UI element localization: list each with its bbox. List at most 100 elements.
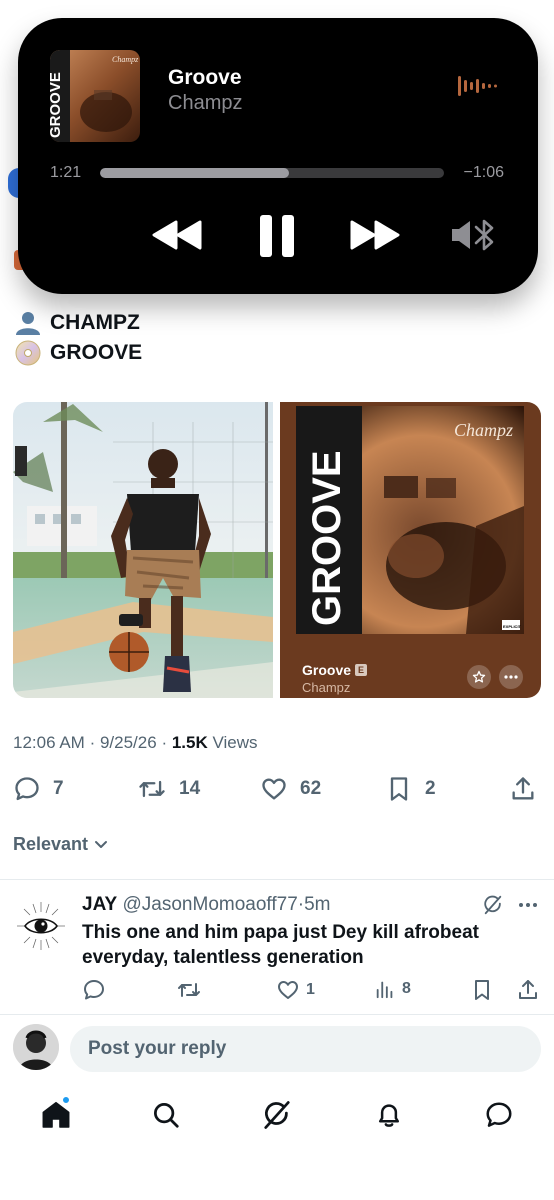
cd-disc-icon xyxy=(15,340,41,366)
bookmark-icon xyxy=(475,980,489,1000)
reply-compose-input[interactable] xyxy=(70,1026,541,1072)
reply-author-name[interactable]: JAY xyxy=(82,894,117,915)
reply-author-handle[interactable]: @JasonMomoaoff77 xyxy=(123,894,298,915)
reply-reply-button[interactable] xyxy=(82,978,106,1002)
reply-like-count: 1 xyxy=(306,981,315,998)
divider xyxy=(0,1014,554,1015)
bell-icon xyxy=(379,1104,399,1127)
track-title: Groove xyxy=(168,66,242,89)
pause-button[interactable] xyxy=(258,213,298,264)
explicit-badge: E xyxy=(355,664,368,676)
heart-icon xyxy=(278,981,298,999)
separator: · xyxy=(89,733,96,752)
reply-share-button[interactable] xyxy=(516,978,540,1002)
post-action-bar: 7 14 62 2 xyxy=(13,775,537,805)
remaining-time: −1:06 xyxy=(463,164,504,181)
reply-top-actions xyxy=(482,894,538,916)
elapsed-time: 1:21 xyxy=(50,164,82,181)
view-count: 1.5K xyxy=(171,733,208,752)
repost-icon xyxy=(139,780,165,798)
repost-count: 14 xyxy=(179,778,201,799)
reply-header: JAY @JasonMomoaoff77·5m xyxy=(82,894,331,916)
track-name-text: GROOVE xyxy=(50,341,143,364)
notification-dot xyxy=(61,1095,71,1105)
tab-notifications[interactable] xyxy=(372,1098,406,1132)
reply-item[interactable]: JAY @JasonMomoaoff77·5m This one and him… xyxy=(0,880,554,1015)
bookmark-button[interactable]: 2 xyxy=(385,775,436,803)
cover-signature: Champz xyxy=(454,420,513,440)
album-artwork[interactable]: GROOVE Champz xyxy=(50,50,140,142)
search-icon xyxy=(154,1103,179,1128)
reply-repost-button[interactable] xyxy=(176,978,202,1002)
sort-label: Relevant xyxy=(13,834,89,854)
person-silhouette-icon xyxy=(16,312,40,335)
music-card-cover: GROOVE Champz EXPLICIT xyxy=(296,406,524,634)
cover-stamp: GROOVE xyxy=(305,450,349,626)
views-label: Views xyxy=(212,733,258,752)
artwork-stamp: GROOVE xyxy=(50,72,64,138)
grok-icon[interactable] xyxy=(482,894,504,916)
bottom-tab-bar xyxy=(0,1092,554,1142)
music-link-card[interactable]: GROOVE Champz EXPLICIT Groove E Champz xyxy=(280,402,541,698)
reply-action-bar: 1 8 xyxy=(82,978,542,1002)
reply-avatar[interactable] xyxy=(13,898,69,954)
scrubber-progress xyxy=(100,168,290,178)
now-playing-widget[interactable]: GROOVE Champz Groove Champz 1:21 −1:06 xyxy=(18,18,538,294)
reply-count: 7 xyxy=(53,778,64,799)
repost-button[interactable]: 14 xyxy=(137,775,200,803)
reply-sort-dropdown[interactable]: Relevant xyxy=(13,834,108,855)
star-icon xyxy=(472,670,486,683)
fast-forward-button[interactable] xyxy=(348,220,400,255)
card-more-button[interactable] xyxy=(499,665,523,689)
reply-text: This one and him papa just Dey kill afro… xyxy=(82,922,479,968)
fast-forward-icon xyxy=(350,220,400,250)
more-dots-icon xyxy=(504,675,518,679)
share-button[interactable] xyxy=(509,775,537,803)
repost-icon xyxy=(178,983,200,997)
pause-icon xyxy=(260,215,294,257)
bookmark-icon xyxy=(390,777,408,801)
post-media: GROOVE Champz EXPLICIT Groove E Champz xyxy=(13,402,541,698)
audio-output-button[interactable] xyxy=(450,218,498,257)
playback-scrubber[interactable] xyxy=(100,168,444,178)
comment-icon xyxy=(84,980,104,1000)
reply-views-button[interactable]: 8 xyxy=(374,978,411,1000)
like-count: 62 xyxy=(300,778,322,799)
artist-name-text: CHAMPZ xyxy=(50,311,140,334)
post-time: 12:06 AM xyxy=(13,733,85,752)
grok-icon xyxy=(264,1101,290,1129)
reply-like-button[interactable]: 1 xyxy=(276,978,315,1002)
tab-grok[interactable] xyxy=(260,1098,294,1132)
track-artist: Champz xyxy=(168,92,243,114)
user-avatar[interactable] xyxy=(13,1024,59,1070)
reply-bookmark-button[interactable] xyxy=(470,978,494,1002)
reply-time: 5m xyxy=(304,894,331,915)
share-icon xyxy=(519,980,537,999)
post-timestamp: 12:06 AM · 9/25/26 · 1.5K Views xyxy=(13,733,258,753)
artwork-signature: Champz xyxy=(112,55,139,64)
parental-advisory-badge: EXPLICIT xyxy=(503,624,522,629)
music-card-title-text: Groove xyxy=(302,662,352,678)
tab-messages[interactable] xyxy=(482,1098,516,1132)
share-icon xyxy=(512,777,534,800)
favorite-button[interactable] xyxy=(467,665,491,689)
post-artist-line: CHAMPZ xyxy=(14,310,140,336)
separator: · xyxy=(161,733,168,752)
heart-icon xyxy=(262,778,286,800)
bookmark-count: 2 xyxy=(425,778,436,799)
chat-bubble-icon xyxy=(486,1102,512,1127)
waveform-icon xyxy=(458,76,497,96)
rewind-button[interactable] xyxy=(152,220,204,255)
like-button[interactable]: 62 xyxy=(260,775,321,803)
comment-icon xyxy=(15,777,39,801)
reply-view-count: 8 xyxy=(402,980,411,997)
music-card-artist: Champz xyxy=(302,680,351,695)
rewind-icon xyxy=(152,220,202,250)
tab-search[interactable] xyxy=(149,1098,183,1132)
reply-button[interactable]: 7 xyxy=(13,775,64,803)
more-dots-icon[interactable] xyxy=(518,902,538,908)
post-date: 9/25/26 xyxy=(99,733,157,752)
speaker-icon xyxy=(452,221,470,249)
post-photo[interactable] xyxy=(13,402,273,698)
bluetooth-icon xyxy=(474,219,494,251)
